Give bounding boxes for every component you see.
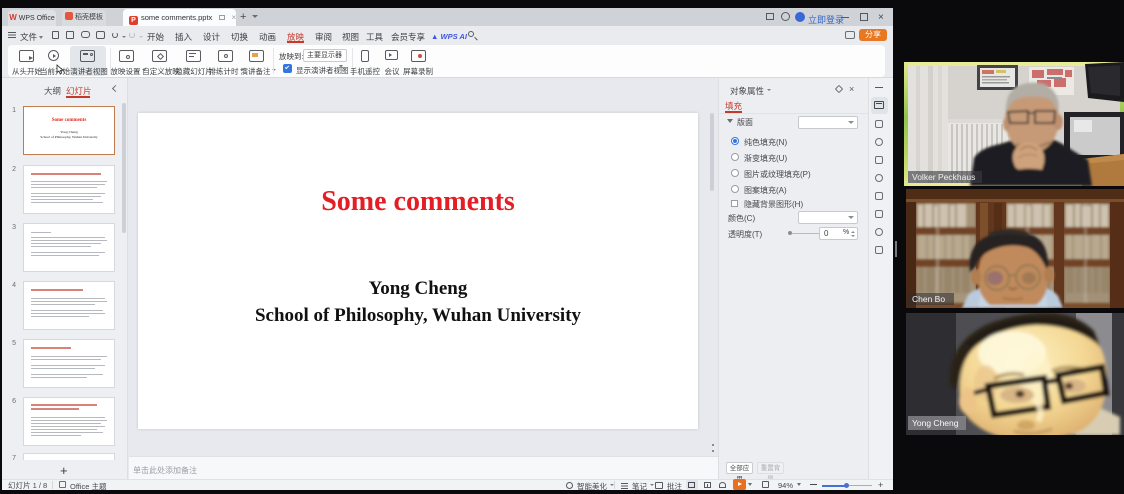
svg-text:Yong Cheng: Yong Cheng bbox=[912, 418, 959, 428]
svg-text:Chen Bo: Chen Bo bbox=[912, 294, 945, 304]
svg-text:Volker Peckhaus: Volker Peckhaus bbox=[912, 172, 975, 182]
